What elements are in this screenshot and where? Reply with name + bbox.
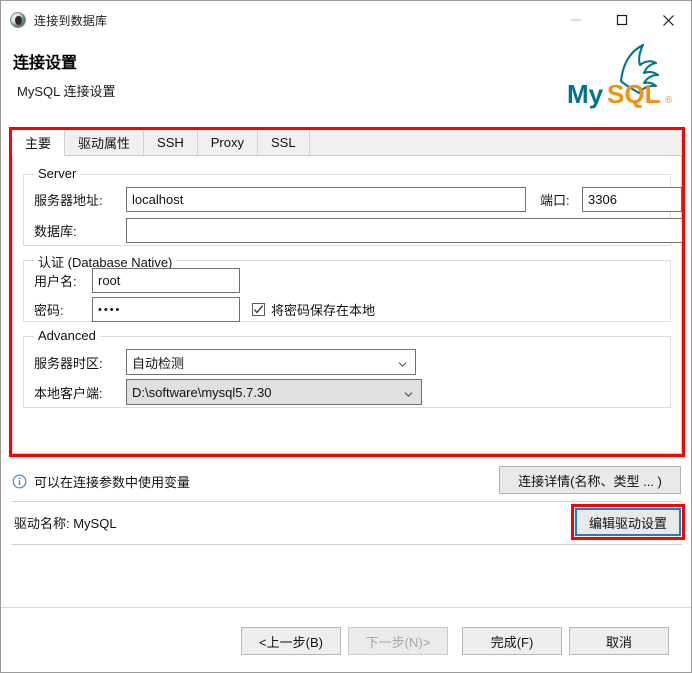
tab-proxy[interactable]: Proxy	[197, 129, 258, 155]
dialog-footer: <上一步(B) 下一步(N)> 完成(F) 取消	[1, 608, 691, 672]
advanced-group-title: Advanced	[34, 328, 100, 343]
back-button-label: <上一步(B)	[259, 634, 323, 650]
driver-name-label: 驱动名称: MySQL	[14, 516, 117, 531]
mysql-logo: My SQL ®	[561, 41, 681, 117]
tab-strip-filler	[309, 129, 682, 155]
settings-tabs: 主要 驱动属性 SSH Proxy SSL	[12, 129, 682, 156]
info-icon	[12, 474, 27, 489]
timezone-label: 服务器时区:	[34, 355, 103, 371]
tab-proxy-label: Proxy	[210, 134, 244, 150]
variables-hint-text: 可以在连接参数中使用变量	[34, 474, 191, 490]
tab-ssh-label: SSH	[157, 134, 184, 150]
tab-ssl-label: SSL	[271, 134, 296, 150]
maximize-icon[interactable]	[599, 1, 645, 39]
auth-group: 认证 (Database Native) 用户名: 密码: •••• 将密码保存…	[23, 252, 671, 322]
timezone-row: 服务器时区: 自动检测	[34, 349, 416, 375]
database-row: 数据库:	[34, 218, 684, 243]
timezone-combobox[interactable]: 自动检测	[126, 349, 416, 375]
next-button: 下一步(N)>	[348, 627, 448, 655]
local-client-combobox[interactable]: D:\software\mysql5.7.30	[126, 379, 422, 405]
host-input[interactable]	[126, 187, 526, 212]
password-row: 密码: •••• 将密码保存在本地	[34, 297, 375, 322]
mysql-logo-sql: SQL	[607, 79, 661, 109]
chevron-down-icon	[404, 387, 413, 397]
port-label: 端口:	[540, 193, 570, 208]
local-client-value: D:\software\mysql5.7.30	[132, 384, 272, 400]
tab-main[interactable]: 主要	[12, 130, 66, 156]
local-client-row: 本地客户端: D:\software\mysql5.7.30	[34, 379, 422, 405]
timezone-value: 自动检测	[132, 355, 185, 371]
page-title: 连接设置	[13, 55, 78, 72]
save-password-label: 将密码保存在本地	[271, 303, 376, 318]
main-tab-panel: Server 服务器地址: 端口: 数据库: 认证 (Database Nati…	[12, 156, 684, 454]
tab-ssh[interactable]: SSH	[144, 129, 198, 155]
window-title: 连接到数据库	[34, 13, 108, 28]
advanced-group: Advanced 服务器时区: 自动检测 本地客户端: D:\software\…	[23, 328, 671, 408]
info-divider	[12, 501, 682, 502]
panel-bottom-divider	[12, 544, 682, 545]
connection-details-button[interactable]: 连接详情(名称、类型 ... )	[499, 466, 681, 494]
host-row: 服务器地址: 端口:	[34, 187, 682, 212]
database-input[interactable]	[126, 218, 684, 243]
title-bar: 连接到数据库	[1, 1, 691, 39]
back-button[interactable]: <上一步(B)	[241, 627, 341, 655]
finish-button[interactable]: 完成(F)	[462, 627, 562, 655]
port-input[interactable]	[582, 187, 682, 212]
username-row: 用户名:	[34, 268, 240, 293]
finish-button-label: 完成(F)	[490, 634, 534, 650]
save-password-checkbox[interactable]: 将密码保存在本地	[252, 300, 375, 319]
dialog-header: 连接设置 MySQL 连接设置 My SQL ®	[1, 39, 691, 121]
tab-driver-properties-label: 驱动属性	[78, 135, 131, 151]
server-group-title: Server	[34, 166, 81, 181]
checkbox-check-icon	[252, 303, 265, 316]
cancel-button[interactable]: 取消	[569, 627, 669, 655]
edit-driver-settings-label: 编辑驱动设置	[588, 515, 667, 531]
minimize-icon[interactable]	[553, 1, 599, 39]
password-masked-value: ••••	[98, 303, 122, 316]
window-controls	[553, 1, 691, 39]
cancel-button-label: 取消	[605, 634, 632, 650]
password-input[interactable]: ••••	[92, 297, 240, 322]
mysql-logo-my: My	[567, 79, 604, 109]
server-group: Server 服务器地址: 端口: 数据库:	[23, 166, 684, 246]
database-label: 数据库:	[34, 224, 77, 239]
page-subtitle: MySQL 连接设置	[17, 84, 116, 99]
connection-details-label: 连接详情(名称、类型 ... )	[518, 473, 662, 489]
username-input[interactable]	[92, 268, 240, 293]
connect-to-database-dialog: 连接到数据库 连接设置 MySQL 连接设置 My SQL ® 主要 驱动属性 …	[0, 0, 692, 673]
username-label: 用户名:	[34, 274, 77, 289]
password-label: 密码:	[34, 303, 64, 318]
tab-driver-properties[interactable]: 驱动属性	[65, 129, 145, 155]
chevron-down-icon	[398, 357, 407, 367]
local-client-label: 本地客户端:	[34, 385, 103, 401]
dbeaver-icon	[10, 12, 26, 28]
tab-main-label: 主要	[25, 136, 52, 151]
tab-ssl[interactable]: SSL	[258, 129, 310, 155]
next-button-label: 下一步(N)>	[365, 634, 431, 650]
host-label: 服务器地址:	[34, 193, 103, 208]
edit-driver-settings-button[interactable]: 编辑驱动设置	[575, 508, 681, 536]
mysql-logo-reg: ®	[665, 95, 673, 106]
close-icon[interactable]	[645, 1, 691, 39]
